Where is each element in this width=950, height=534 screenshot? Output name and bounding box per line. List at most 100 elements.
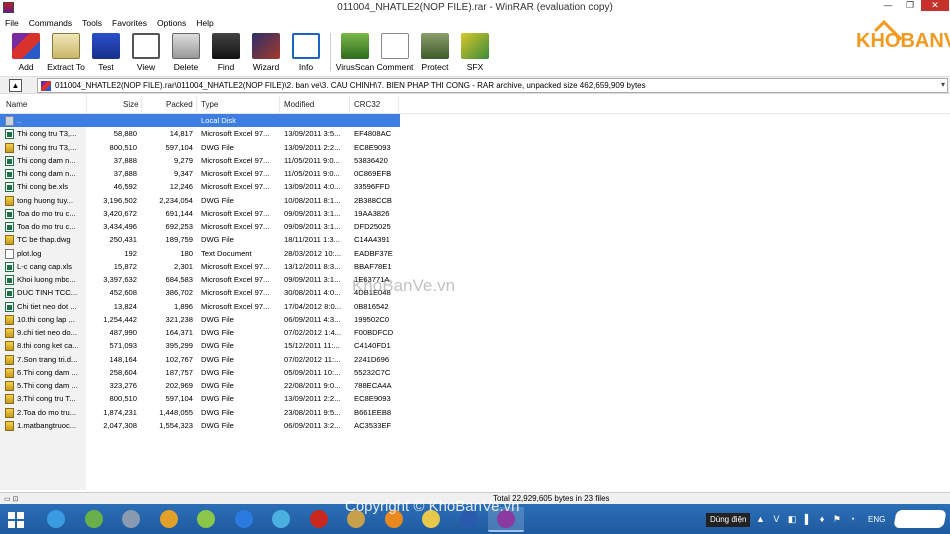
file-type: DWG File bbox=[201, 142, 234, 152]
taskbar-app-utorrent[interactable] bbox=[76, 507, 112, 532]
view-button[interactable]: View bbox=[126, 30, 166, 74]
up-one-level-button[interactable]: ▲ bbox=[9, 79, 22, 92]
menu-commands[interactable]: Commands bbox=[24, 16, 77, 30]
file-row[interactable]: Thi cong be.xls 46,592 12,246 Microsoft Exc… bbox=[0, 180, 400, 193]
taskbar-app-zalo[interactable] bbox=[226, 507, 262, 532]
file-row[interactable]: 8.thi cong ket ca... 571,093 395,299 DWG Fi… bbox=[0, 339, 400, 352]
file-row[interactable]: DUC TINH TCC... 452,608 386,702 Microsoft E… bbox=[0, 286, 400, 299]
menu-options[interactable]: Options bbox=[152, 16, 191, 30]
protect-button[interactable]: Protect bbox=[415, 30, 455, 74]
file-row[interactable]: L-c cang cap.xls 15,872 2,301 Microsoft Exc… bbox=[0, 260, 400, 273]
file-row[interactable]: Thi cong tru T3,... 58,880 14,817 Microsoft… bbox=[0, 127, 400, 140]
start-button[interactable] bbox=[8, 512, 24, 528]
sfx-button[interactable]: SFX bbox=[455, 30, 495, 74]
file-row[interactable]: 2.Toa do mo tru... 1,874,231 1,448,055 DWG … bbox=[0, 406, 400, 419]
file-row[interactable]: Toa do mo tru c... 3,420,672 691,144 Micros… bbox=[0, 207, 400, 220]
add-button[interactable]: Add bbox=[6, 30, 46, 74]
file-name: DUC TINH TCC... bbox=[17, 288, 78, 298]
file-row[interactable]: 6.Thi cong dam ... 258,604 187,757 DWG File… bbox=[0, 366, 400, 379]
file-packed-size: 187,757 bbox=[165, 367, 193, 377]
maximize-button[interactable]: ❐ bbox=[900, 0, 920, 11]
system-tray-icons[interactable]: ▲ V ◧ ▌ ♦ ⚑ ◔ bbox=[756, 514, 858, 525]
file-row[interactable]: 1.matbangtruoc... 2,047,308 1,554,323 DWG F… bbox=[0, 419, 400, 432]
file-row[interactable]: TC be thap.dwg 250,431 189,759 DWG File 18/1… bbox=[0, 233, 400, 246]
taskbar-app-coc-coc[interactable] bbox=[188, 507, 224, 532]
file-row[interactable]: Toa do mo tru c... 3,434,496 692,253 Micros… bbox=[0, 220, 400, 233]
minimize-button[interactable]: — bbox=[878, 0, 898, 11]
info-button[interactable]: Info bbox=[286, 30, 326, 74]
taskbar-app-p-app[interactable] bbox=[263, 507, 299, 532]
file-type: Microsoft Excel 97... bbox=[201, 261, 270, 271]
test-button[interactable]: Test bbox=[86, 30, 126, 74]
clock-area[interactable] bbox=[893, 510, 947, 528]
column-divider[interactable] bbox=[349, 96, 350, 114]
file-row[interactable]: 7.Son trang tri.d... 148,164 102,767 DWG Fi… bbox=[0, 353, 400, 366]
file-row[interactable]: Chi tiet neo dot ... 13,824 1,896 Microsoft… bbox=[0, 300, 400, 313]
taskbar-app-chrome[interactable] bbox=[151, 507, 187, 532]
column-divider[interactable] bbox=[141, 96, 142, 114]
file-name: Thi cong be.xls bbox=[17, 182, 69, 192]
menu-tools[interactable]: Tools bbox=[77, 16, 107, 30]
taskbar-app-media-player[interactable] bbox=[113, 507, 149, 532]
file-name: L-c cang cap.xls bbox=[17, 261, 72, 271]
file-row[interactable]: Khoi luong mbc... 3,397,632 684,583 Microso… bbox=[0, 273, 400, 286]
text-file-icon bbox=[5, 248, 14, 259]
file-name: 1.matbangtruoc... bbox=[17, 420, 77, 430]
find-button[interactable]: Find bbox=[206, 30, 246, 74]
path-dropdown-icon[interactable]: ▾ bbox=[941, 80, 945, 89]
column-header-modified[interactable]: Modified bbox=[284, 100, 314, 109]
file-name: Khoi luong mbc... bbox=[17, 275, 76, 284]
close-button[interactable]: ✕ bbox=[921, 0, 949, 11]
taskbar-app-foxit[interactable] bbox=[376, 507, 412, 532]
file-size: 258,604 bbox=[109, 367, 137, 377]
column-header-size[interactable]: Size bbox=[123, 100, 139, 109]
dwg-file-icon bbox=[5, 341, 14, 352]
chrome-icon bbox=[159, 510, 178, 528]
file-row[interactable]: 5.Thi cong dam ... 323,276 202,969 DWG File… bbox=[0, 379, 400, 392]
file-row[interactable]: Thi cong dam n... 37,888 9,279 Microsoft Ex… bbox=[0, 154, 400, 167]
file-row[interactable]: Thi cong dam n... 37,888 9,347 Microsoft Ex… bbox=[0, 167, 400, 180]
file-size: 3,434,496 bbox=[103, 222, 137, 231]
delete-button[interactable]: Delete bbox=[166, 30, 206, 74]
column-divider[interactable] bbox=[398, 96, 399, 114]
file-type: DWG File bbox=[201, 328, 234, 337]
input-language[interactable]: ENG bbox=[868, 515, 885, 524]
taskbar-app-email-app[interactable] bbox=[338, 507, 374, 532]
column-header-name[interactable]: Name bbox=[6, 100, 27, 109]
archive-path-field[interactable]: 011004_NHATLE2(NOP FILE).rar\011004_NHAT… bbox=[37, 78, 948, 93]
file-row[interactable]: plot.log 192 180 Text Document 28/03/2012 10… bbox=[0, 247, 400, 260]
file-type: Microsoft Excel 97... bbox=[201, 129, 270, 139]
file-row[interactable]: .. Local Disk bbox=[0, 114, 400, 128]
file-packed-size: 597,104 bbox=[165, 142, 193, 152]
taskbar-app-internet-explorer[interactable] bbox=[38, 507, 74, 532]
file-row[interactable]: tong huong tuy... 3,196,502 2,234,054 DWG F… bbox=[0, 194, 400, 207]
file-name: 10.thi cong lap ... bbox=[17, 314, 75, 324]
file-modified: 17/04/2012 8:0... bbox=[284, 301, 342, 311]
menu-help[interactable]: Help bbox=[191, 16, 218, 30]
menu-favorites[interactable]: Favorites bbox=[107, 16, 152, 30]
wizard-button[interactable]: Wizard bbox=[246, 30, 286, 74]
taskbar-app-winrar[interactable] bbox=[488, 507, 524, 532]
file-row[interactable]: 3.Thi cong tru T... 800,510 597,104 DWG Fil… bbox=[0, 392, 400, 405]
power-status-label[interactable]: Dùng điện bbox=[706, 513, 751, 527]
column-divider[interactable] bbox=[196, 96, 197, 114]
file-modified: 13/09/2011 4:0... bbox=[284, 182, 341, 192]
file-modified: 10/08/2011 8:1... bbox=[284, 195, 341, 205]
file-row[interactable]: 10.thi cong lap ... 1,254,442 321,238 DWG F… bbox=[0, 313, 400, 326]
column-header-type[interactable]: Type bbox=[201, 100, 218, 109]
menu-file[interactable]: File bbox=[0, 16, 24, 30]
file-type: DWG File bbox=[201, 407, 234, 417]
taskbar-app-word[interactable] bbox=[451, 507, 487, 532]
column-header-crc32[interactable]: CRC32 bbox=[354, 100, 380, 109]
comment-button[interactable]: Comment bbox=[375, 30, 415, 74]
virus-scan-button[interactable]: VirusScan bbox=[335, 30, 375, 74]
extract-to-button[interactable]: Extract To bbox=[46, 30, 86, 74]
column-divider[interactable] bbox=[279, 96, 280, 114]
file-row[interactable]: Thi cong tru T3,... 800,510 597,104 DWG Fil… bbox=[0, 141, 400, 154]
column-divider[interactable] bbox=[86, 96, 87, 114]
file-modified: 18/11/2011 1:3... bbox=[284, 235, 340, 245]
taskbar-app-file-explorer[interactable] bbox=[413, 507, 449, 532]
column-header-packed[interactable]: Packed bbox=[166, 100, 193, 109]
taskbar-app-autocad[interactable] bbox=[301, 507, 337, 532]
file-row[interactable]: 9.chi tiet neo do... 487,990 164,371 DWG Fi… bbox=[0, 326, 400, 339]
